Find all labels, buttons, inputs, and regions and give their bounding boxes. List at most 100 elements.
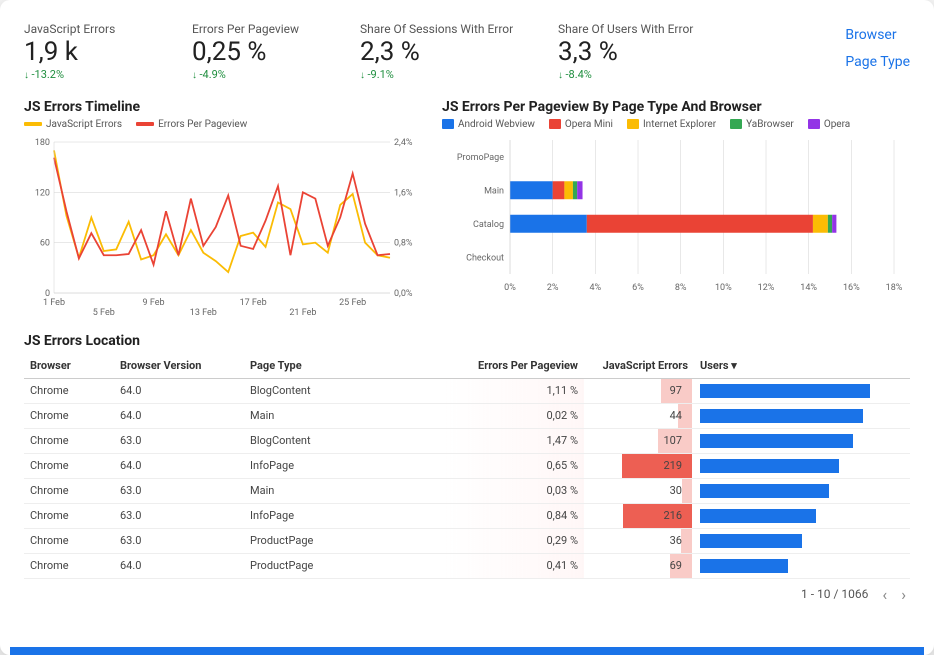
users-bar xyxy=(700,459,839,473)
kpi-label: Share Of Sessions With Error xyxy=(360,22,540,36)
svg-text:2%: 2% xyxy=(547,283,559,293)
svg-text:0%: 0% xyxy=(504,283,516,293)
col-browser[interactable]: Browser xyxy=(24,353,114,379)
svg-text:6%: 6% xyxy=(632,283,644,293)
kpi-value: 0,25 % xyxy=(192,38,342,68)
svg-text:4%: 4% xyxy=(590,283,602,293)
svg-text:8%: 8% xyxy=(675,283,687,293)
users-bar xyxy=(700,509,816,523)
legend-swatch xyxy=(24,122,42,126)
svg-text:1,6%: 1,6% xyxy=(394,188,413,198)
kpi-sessions-error: Share Of Sessions With Error 2,3 % -9.1% xyxy=(360,22,540,81)
svg-text:21 Feb: 21 Feb xyxy=(289,308,316,318)
svg-text:1 Feb: 1 Feb xyxy=(43,298,65,308)
bar-svg: 0% 2% 4% 6% 8% 10% 12% 14% 16% 18% PromoPage Main Ca… xyxy=(442,136,902,296)
kpi-delta: -13.2% xyxy=(24,68,174,81)
legend-label: Opera Mini xyxy=(565,119,613,130)
chart-title: JS Errors Per Pageview By Page Type And … xyxy=(442,99,910,115)
kpi-delta: -9.1% xyxy=(360,68,540,81)
svg-text:13 Feb: 13 Feb xyxy=(190,308,217,318)
svg-text:0,8%: 0,8% xyxy=(394,239,413,249)
svg-text:25 Feb: 25 Feb xyxy=(339,298,366,308)
pager-prev-icon[interactable]: ‹ xyxy=(882,585,887,604)
kpi-label: Share Of Users With Error xyxy=(558,22,738,36)
table-row[interactable]: Chrome64.0ProductPage0,41 %69 xyxy=(24,553,910,578)
col-jserr[interactable]: JavaScript Errors xyxy=(584,353,694,379)
svg-text:9 Feb: 9 Feb xyxy=(143,298,165,308)
svg-text:Main: Main xyxy=(484,186,504,196)
legend-swatch xyxy=(627,119,639,129)
svg-text:120: 120 xyxy=(35,188,50,198)
svg-text:12%: 12% xyxy=(758,283,775,293)
table-row[interactable]: Chrome63.0Main0,03 %30 xyxy=(24,478,910,503)
svg-text:18%: 18% xyxy=(886,283,902,293)
svg-text:0,0%: 0,0% xyxy=(394,289,413,299)
kpi-value: 1,9 k xyxy=(24,38,174,68)
bar-legend: Android Webview Opera Mini Internet Explor… xyxy=(442,119,910,130)
legend-label: Opera xyxy=(824,119,850,130)
legend-label: Android Webview xyxy=(458,119,535,130)
header-links: Browser Page Type xyxy=(845,22,910,75)
kpi-users-error: Share Of Users With Error 3,3 % -8.4% xyxy=(558,22,738,81)
legend-item: Errors Per Pageview xyxy=(136,119,247,130)
svg-text:PromoPage: PromoPage xyxy=(457,153,504,163)
kpi-label: JavaScript Errors xyxy=(24,22,174,36)
kpi-js-errors: JavaScript Errors 1,9 k -13.2% xyxy=(24,22,174,81)
by-page-type-chart: JS Errors Per Pageview By Page Type And … xyxy=(442,99,910,321)
svg-text:5 Feb: 5 Feb xyxy=(93,308,115,318)
legend-label: YaBrowser xyxy=(746,119,794,130)
chart-title: JS Errors Timeline xyxy=(24,99,424,115)
users-bar xyxy=(700,559,788,573)
svg-text:17 Feb: 17 Feb xyxy=(240,298,267,308)
col-version[interactable]: Browser Version xyxy=(114,353,244,379)
svg-text:180: 180 xyxy=(35,138,50,148)
pager-text: 1 - 10 / 1066 xyxy=(801,587,868,601)
pager-next-icon[interactable]: › xyxy=(901,585,906,604)
svg-text:10%: 10% xyxy=(715,283,732,293)
legend-label: Internet Explorer xyxy=(643,119,716,130)
timeline-chart: JS Errors Timeline JavaScript Errors Erro… xyxy=(24,99,424,321)
users-bar xyxy=(700,434,853,448)
kpi-row: JavaScript Errors 1,9 k -13.2% Errors Pe… xyxy=(24,22,910,81)
legend-label: JavaScript Errors xyxy=(46,119,122,130)
legend-swatch xyxy=(549,119,561,129)
svg-text:Checkout: Checkout xyxy=(466,253,504,263)
pager: 1 - 10 / 1066 ‹ › xyxy=(24,579,910,614)
legend-item: Android Webview xyxy=(442,119,535,130)
sort-desc-icon: ▾ xyxy=(731,359,737,372)
svg-text:16%: 16% xyxy=(843,283,860,293)
col-users[interactable]: Users ▾ xyxy=(694,353,910,379)
location-table: Browser Browser Version Page Type Errors… xyxy=(24,353,910,614)
link-browser[interactable]: Browser xyxy=(845,22,910,49)
link-page-type[interactable]: Page Type xyxy=(845,49,910,76)
table-row[interactable]: Chrome64.0BlogContent1,11 %97 xyxy=(24,378,910,403)
table-row[interactable]: Chrome63.0InfoPage0,84 %216 xyxy=(24,503,910,528)
users-bar xyxy=(700,484,829,498)
legend-item: Opera xyxy=(808,119,850,130)
kpi-label: Errors Per Pageview xyxy=(192,22,342,36)
svg-text:60: 60 xyxy=(40,239,50,249)
timeline-svg: 0601201800,0%0,8%1,6%2,4%1 Feb5 Feb9 Feb… xyxy=(24,136,424,321)
kpi-value: 2,3 % xyxy=(360,38,540,68)
legend-label: Errors Per Pageview xyxy=(158,119,247,130)
table-row[interactable]: Chrome64.0Main0,02 %44 xyxy=(24,403,910,428)
col-epp[interactable]: Errors Per Pageview xyxy=(444,353,584,379)
legend-swatch xyxy=(730,119,742,129)
legend-swatch xyxy=(442,119,454,129)
location-title: JS Errors Location xyxy=(24,333,910,349)
col-page-type[interactable]: Page Type xyxy=(244,353,444,379)
svg-text:14%: 14% xyxy=(800,283,817,293)
legend-swatch xyxy=(136,122,154,126)
table-row[interactable]: Chrome63.0ProductPage0,29 %36 xyxy=(24,528,910,553)
svg-text:2,4%: 2,4% xyxy=(394,138,413,148)
table-row[interactable]: Chrome63.0BlogContent1,47 %107 xyxy=(24,428,910,453)
table-row[interactable]: Chrome64.0InfoPage0,65 %219 xyxy=(24,453,910,478)
legend-item: YaBrowser xyxy=(730,119,794,130)
users-bar xyxy=(700,534,802,548)
footer-accent-bar xyxy=(10,647,924,655)
legend-item: Opera Mini xyxy=(549,119,613,130)
svg-text:Catalog: Catalog xyxy=(473,220,504,230)
kpi-value: 3,3 % xyxy=(558,38,738,68)
legend-swatch xyxy=(808,119,820,129)
timeline-legend: JavaScript Errors Errors Per Pageview xyxy=(24,119,424,130)
